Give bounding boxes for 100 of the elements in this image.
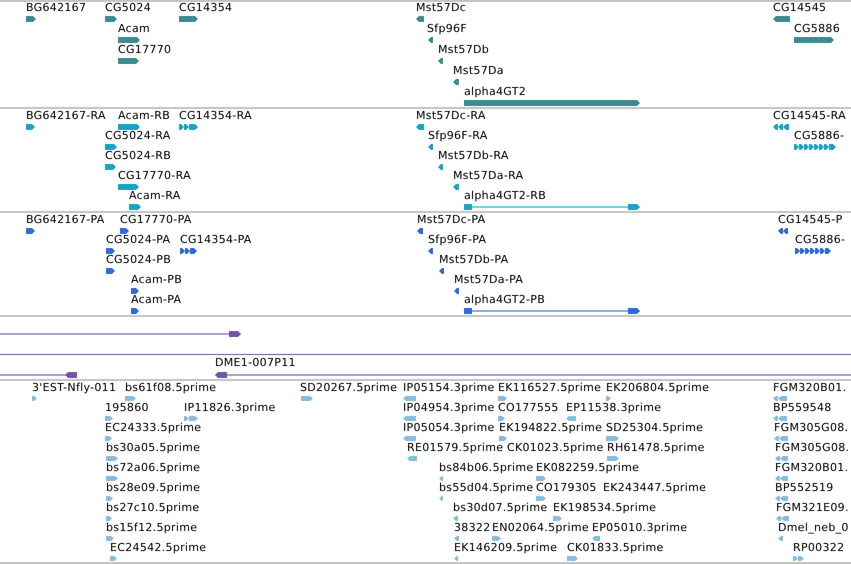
feature-label: EC24542.5prime: [110, 542, 206, 554]
feature-glyph[interactable]: [454, 288, 459, 294]
feature-glyph[interactable]: [438, 164, 443, 170]
feature-glyph[interactable]: [428, 248, 433, 254]
feature-glyph[interactable]: [464, 308, 640, 314]
feature-label: EK206804.5prime: [606, 382, 710, 394]
feature-glyph[interactable]: [118, 124, 140, 130]
feature-glyph[interactable]: [428, 144, 433, 150]
feature-label: FGM305G08.: [775, 442, 850, 454]
feature-glyph[interactable]: [26, 124, 35, 130]
feature-label: CG14545-RA: [773, 110, 846, 122]
feature-label: FGM320B01.: [775, 462, 848, 474]
feature-glyph[interactable]: [416, 124, 424, 130]
feature-glyph[interactable]: [180, 248, 197, 254]
feature-label: Sfp96F-PA: [428, 234, 486, 246]
feature-glyph[interactable]: [773, 16, 790, 22]
feature-glyph[interactable]: [773, 124, 789, 130]
feature-glyph[interactable]: [131, 288, 139, 294]
feature-glyph[interactable]: [179, 16, 198, 22]
feature-label: alpha4GT2-PB: [464, 294, 546, 306]
feature-label: IP11826.3prime: [184, 402, 276, 414]
feature-glyph[interactable]: [417, 228, 423, 234]
feature-label: Sfp96F-RA: [428, 130, 488, 142]
feature-label: CG5886-: [794, 130, 844, 142]
feature-label: EK198534.5prime: [553, 502, 656, 514]
feature-label: BG642167-RA: [26, 110, 106, 122]
feature-label: CG14354-RA: [179, 110, 252, 122]
feature-label: bs84b06.5prime: [439, 462, 534, 474]
feature-label: bs61f08.5prime: [125, 382, 216, 394]
feature-label: RP00322: [793, 542, 844, 554]
feature-label: bs15f12.5prime: [106, 522, 198, 534]
feature-glyph[interactable]: [795, 248, 831, 254]
feature-glyph[interactable]: [120, 228, 129, 234]
feature-label: 3'EST-Nfly-011: [32, 382, 116, 394]
feature-label: EN02064.5prime: [492, 522, 589, 534]
feature-label: EK082259.5prime: [536, 462, 640, 474]
feature-label: RH61478.5prime: [607, 442, 705, 454]
feature-label: alpha4GT2-RB: [464, 190, 546, 202]
feature-glyph[interactable]: [105, 164, 116, 170]
feature-label: SD25304.5prime: [606, 422, 704, 434]
feature-glyph[interactable]: [439, 268, 444, 274]
feature-label: Acam-RA: [129, 190, 181, 202]
feature-glyph[interactable]: [0, 372, 77, 378]
feature-label: Mst57Da: [453, 65, 504, 77]
feature-glyph[interactable]: [778, 228, 788, 234]
feature-label: IP05054.3prime: [403, 422, 495, 434]
feature-label: CG5024-RA: [105, 130, 171, 142]
feature-label: CG17770-PA: [120, 214, 192, 226]
feature-label: EK146209.5prime: [454, 542, 558, 554]
feature-glyph[interactable]: [453, 184, 459, 190]
feature-label: Mst57Da-PA: [454, 274, 524, 286]
feature-glyph[interactable]: [0, 331, 241, 337]
feature-label: alpha4GT2: [464, 86, 526, 98]
feature-label: bs30d07.5prime: [453, 502, 548, 514]
feature-label: bs55d04.5prime: [439, 482, 534, 494]
feature-label: BG642167: [26, 2, 86, 14]
feature-label: CG5024-RB: [105, 150, 172, 162]
feature-label: FGM305G08.: [774, 422, 848, 434]
feature-glyph[interactable]: [118, 37, 140, 43]
feature-label: SD20267.5prime: [300, 382, 398, 394]
feature-label: Mst57Db-PA: [439, 254, 508, 266]
feature-glyph[interactable]: [106, 248, 115, 254]
feature-label: EC24333.5prime: [105, 422, 202, 434]
feature-label: Acam-PA: [131, 294, 182, 306]
feature-glyph[interactable]: [464, 204, 640, 210]
feature-label: BP552519: [775, 482, 834, 494]
feature-glyph[interactable]: [129, 204, 141, 210]
feature-label: Mst57Db: [438, 44, 490, 56]
feature-label: CO179305: [536, 482, 597, 494]
feature-label: Mst57Dc-PA: [417, 214, 486, 226]
feature-glyph[interactable]: [179, 124, 198, 130]
feature-label: CG17770: [118, 44, 172, 56]
feature-glyph[interactable]: [453, 79, 459, 85]
feature-glyph[interactable]: [105, 16, 117, 22]
feature-glyph[interactable]: [438, 58, 443, 64]
feature-label: EK116527.5prime: [498, 382, 602, 394]
feature-label: CK01023.5prime: [507, 442, 604, 454]
feature-label: CG5886-: [795, 234, 846, 246]
feature-label: CG5024-PB: [106, 254, 172, 266]
feature-label: bs27c10.5prime: [106, 502, 200, 514]
feature-glyph[interactable]: [794, 37, 834, 43]
feature-glyph[interactable]: [794, 144, 836, 150]
feature-glyph[interactable]: [428, 37, 433, 43]
feature-glyph[interactable]: [416, 16, 424, 22]
feature-glyph[interactable]: [215, 372, 851, 378]
feature-label: bs28e09.5prime: [106, 482, 200, 494]
feature-glyph[interactable]: [118, 58, 139, 64]
feature-glyph[interactable]: [131, 308, 139, 314]
feature-glyph[interactable]: [118, 184, 139, 190]
feature-label: EK194822.5prime: [499, 422, 602, 434]
feature-glyph[interactable]: [105, 144, 117, 150]
feature-label: CG14354-PA: [180, 234, 252, 246]
feature-glyph[interactable]: [106, 268, 115, 274]
feature-label: Mst57Da-RA: [453, 170, 524, 182]
feature-label: DME1-007P11: [215, 357, 296, 369]
feature-glyph[interactable]: [26, 228, 35, 234]
feature-glyph[interactable]: [26, 16, 36, 22]
feature-label: Mst57Dc: [416, 2, 466, 14]
feature-label: FGM320B01.: [773, 382, 846, 394]
feature-label: CG14545-P: [778, 214, 842, 226]
